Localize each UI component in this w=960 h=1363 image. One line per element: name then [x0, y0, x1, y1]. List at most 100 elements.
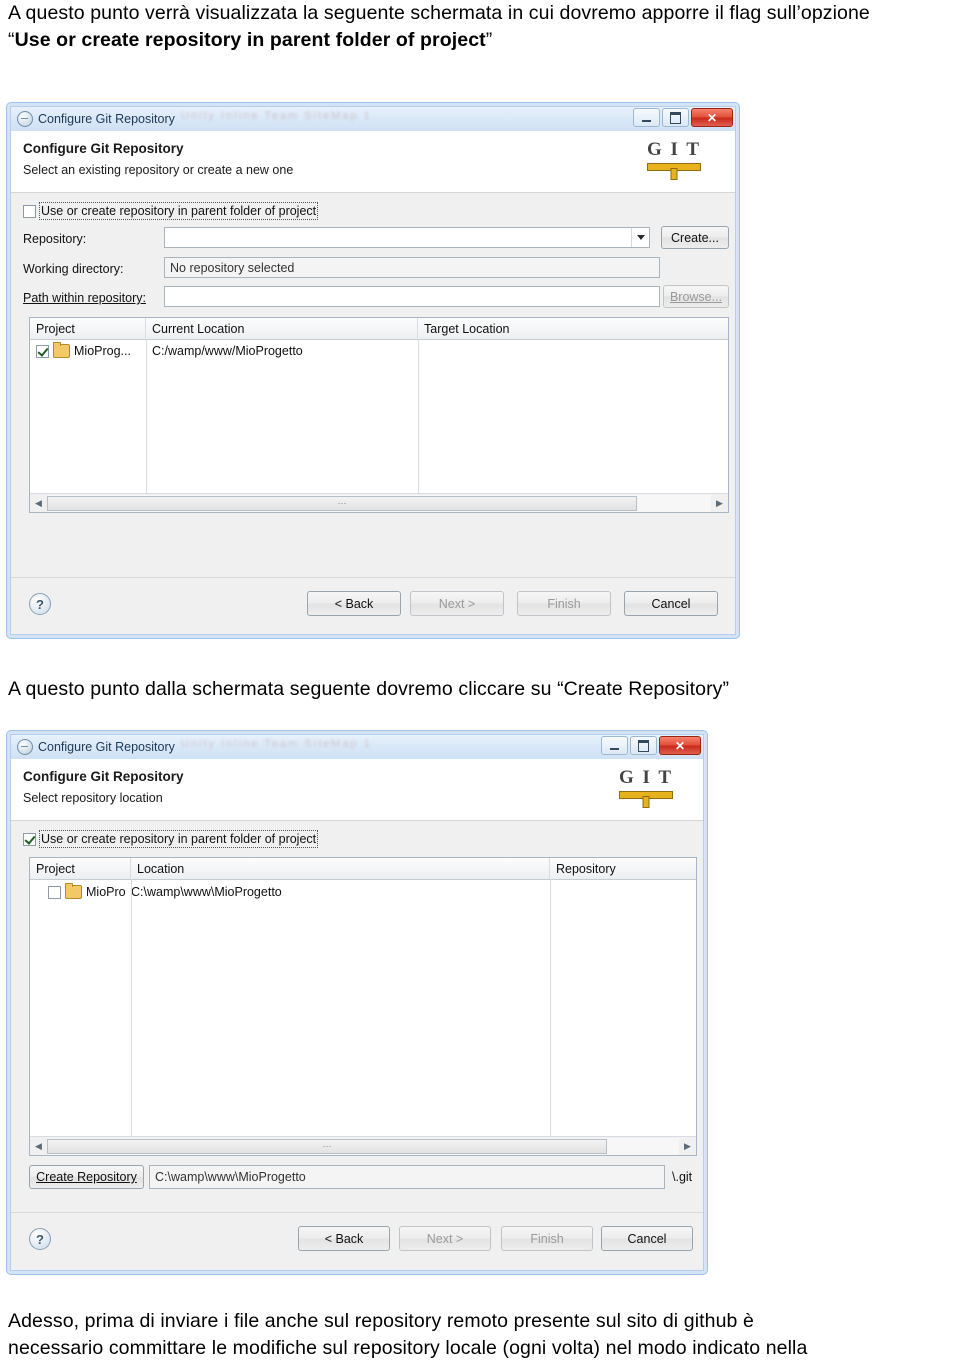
dialog-1-header-subtitle: Select an existing repository or create … — [23, 163, 294, 177]
dialog-1-header-title: Configure Git Repository — [23, 141, 184, 156]
dialog-2-titlebar[interactable]: Configure Git Repository Unity Inline Te… — [11, 735, 703, 759]
close-button[interactable]: ✕ — [659, 736, 701, 755]
row-checkbox[interactable] — [36, 344, 49, 358]
scroll-right-arrow-icon[interactable]: ▶ — [711, 495, 728, 512]
scroll-right-arrow-icon[interactable]: ▶ — [679, 1138, 696, 1155]
help-button[interactable]: ? — [29, 1228, 51, 1250]
table-column-divider-2 — [550, 879, 551, 1137]
dialog-2-body: Use or create repository in parent folde… — [11, 822, 703, 1270]
create-button[interactable]: Create... — [661, 226, 729, 249]
git-logo-stem — [670, 168, 678, 180]
column-repository[interactable]: Repository — [550, 858, 696, 879]
row-repository — [550, 880, 696, 904]
git-logo-stem — [642, 796, 650, 808]
repository-combo[interactable] — [164, 227, 650, 248]
next-button: Next > — [399, 1226, 491, 1251]
back-button[interactable]: < Back — [307, 591, 401, 616]
cancel-button[interactable]: Cancel — [624, 591, 718, 616]
use-or-create-repo-label: Use or create repository in parent folde… — [38, 830, 319, 848]
use-or-create-repo-checkbox-row[interactable]: Use or create repository in parent folde… — [23, 202, 319, 220]
column-location[interactable]: Location — [131, 858, 550, 879]
maximize-button[interactable] — [630, 736, 657, 755]
back-button[interactable]: < Back — [298, 1226, 390, 1251]
table-row[interactable]: MioPro C:\wamp\www\MioProgetto — [30, 880, 696, 904]
path-within-repository-label: Path within repository: — [23, 291, 146, 305]
scroll-left-arrow-icon[interactable]: ◀ — [30, 495, 47, 512]
dialog-1-footer: ? < Back Next > Finish Cancel — [11, 578, 735, 644]
finish-button: Finish — [517, 591, 611, 616]
close-button[interactable]: ✕ — [691, 108, 733, 127]
dialog-1-window-controls: ✕ — [633, 108, 733, 127]
dialog-1-body: Use or create repository in parent folde… — [11, 194, 735, 634]
window-icon — [17, 739, 33, 755]
scrollbar-thumb[interactable]: ⋯ — [47, 495, 637, 511]
projects-table-2[interactable]: Project Location Repository MioPro C:\wa… — [29, 857, 697, 1156]
help-button[interactable]: ? — [29, 593, 51, 615]
working-directory-field: No repository selected — [164, 257, 660, 278]
paragraph-intro-2: A questo punto dalla schermata seguente … — [8, 678, 730, 700]
quote-close: ” — [485, 29, 493, 51]
row-checkbox[interactable] — [48, 885, 61, 899]
table-column-divider-2 — [418, 339, 419, 494]
git-logo-text: G I T — [618, 767, 673, 788]
repository-path-field: C:\wamp\www\MioProgetto — [149, 1165, 665, 1189]
dialog-1-frame: Configure Git Repository Unity Inline Te… — [10, 106, 736, 635]
use-or-create-repo-label: Use or create repository in parent folde… — [38, 202, 319, 220]
table-column-divider-1 — [131, 879, 132, 1137]
paragraph-intro-1-line1: A questo punto verrà visualizzata la seg… — [8, 2, 870, 24]
projects-table-2-header: Project Location Repository — [30, 858, 696, 880]
chevron-down-icon[interactable] — [631, 228, 649, 247]
dialog-1-title-ghost-text: Unity Inline Team SiteMap 1 — [181, 110, 372, 122]
scrollbar-track[interactable]: ⋯ — [47, 494, 711, 512]
folder-icon — [65, 883, 82, 899]
dialog-2-header: Configure Git Repository Select reposito… — [11, 759, 703, 821]
next-button: Next > — [410, 591, 504, 616]
column-current-location[interactable]: Current Location — [146, 318, 418, 339]
path-within-repository-label-text: Path within repository: — [23, 291, 146, 305]
row-location: C:\wamp\www\MioProgetto — [131, 885, 282, 899]
paragraph-intro-1-bold: Use or create repository in parent folde… — [14, 29, 486, 51]
browse-button: Browse... — [663, 285, 729, 308]
dialog-1-titlebar[interactable]: Configure Git Repository Unity Inline Te… — [11, 107, 735, 131]
scrollbar-thumb[interactable]: ⋯ — [47, 1138, 607, 1154]
scrollbar-track[interactable]: ⋯ — [47, 1137, 679, 1155]
paragraph-intro-1: A questo punto verrà visualizzata la seg… — [8, 0, 958, 54]
configure-git-repository-dialog-2: Configure Git Repository Unity Inline Te… — [6, 730, 708, 1275]
finish-button: Finish — [501, 1226, 593, 1251]
dialog-2-header-title: Configure Git Repository — [23, 769, 184, 784]
paragraph-intro-3: Adesso, prima di inviare i file anche su… — [8, 1308, 958, 1362]
dialog-2-frame: Configure Git Repository Unity Inline Te… — [10, 734, 704, 1271]
minimize-button[interactable] — [633, 108, 660, 127]
minimize-button[interactable] — [601, 736, 628, 755]
dialog-2-window-controls: ✕ — [601, 736, 701, 755]
row-target-location — [418, 340, 728, 362]
path-within-repository-field[interactable] — [164, 286, 660, 307]
use-or-create-repo-checkbox[interactable] — [23, 204, 36, 218]
git-logo: G I T — [618, 767, 673, 808]
column-project[interactable]: Project — [30, 858, 131, 879]
repository-label: Repository: — [23, 232, 87, 246]
cancel-button[interactable]: Cancel — [601, 1226, 693, 1251]
column-target-location[interactable]: Target Location — [418, 318, 728, 339]
maximize-button[interactable] — [662, 108, 689, 127]
window-icon — [17, 111, 33, 127]
projects-table-1-header: Project Current Location Target Location — [30, 318, 728, 340]
working-directory-label: Working directory: — [23, 262, 124, 276]
table-column-divider-1 — [146, 339, 147, 494]
column-project[interactable]: Project — [30, 318, 146, 339]
dialog-1-header: Configure Git Repository Select an exist… — [11, 131, 735, 193]
table-row[interactable]: MioProg... C:/wamp/www/MioProgetto — [30, 340, 728, 362]
browse-button-label: Browse... — [669, 289, 723, 304]
use-or-create-repo-checkbox[interactable] — [23, 832, 36, 846]
table-horizontal-scrollbar[interactable]: ◀ ⋯ ▶ — [30, 493, 728, 512]
create-repository-button-label: Create Repository — [36, 1170, 137, 1184]
scroll-left-arrow-icon[interactable]: ◀ — [30, 1138, 47, 1155]
use-or-create-repo-checkbox-row[interactable]: Use or create repository in parent folde… — [23, 830, 319, 848]
configure-git-repository-dialog-1: Configure Git Repository Unity Inline Te… — [6, 102, 740, 639]
table-horizontal-scrollbar[interactable]: ◀ ⋯ ▶ — [30, 1136, 696, 1155]
projects-table-1[interactable]: Project Current Location Target Location… — [29, 317, 729, 513]
document-page: A questo punto verrà visualizzata la seg… — [0, 0, 960, 1363]
dialog-2-header-subtitle: Select repository location — [23, 791, 163, 805]
create-repository-button[interactable]: Create Repository — [29, 1165, 144, 1189]
dialog-2-title-ghost-text: Unity Inline Team SiteMap 1 — [181, 738, 372, 750]
